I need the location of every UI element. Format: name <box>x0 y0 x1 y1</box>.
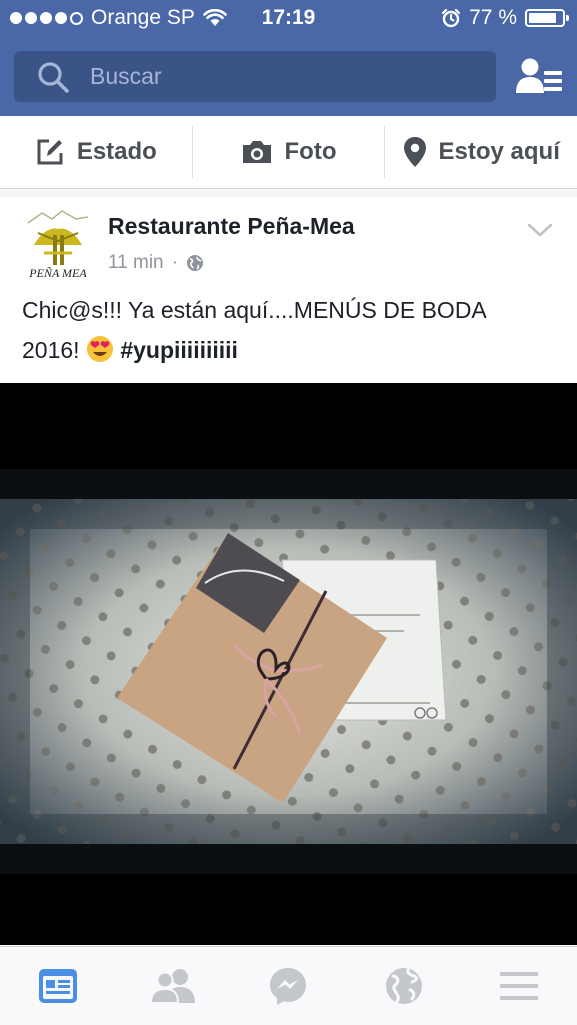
wedding-menu-photo <box>0 383 577 945</box>
feed-separator <box>0 189 577 197</box>
post-options-button[interactable] <box>524 219 556 241</box>
search-input[interactable] <box>88 62 452 91</box>
post-meta: 11 min · <box>108 252 204 274</box>
meta-separator: · <box>171 252 178 273</box>
status-bar: Orange SP 17:19 77 % <box>0 0 577 38</box>
chevron-down-icon <box>527 223 553 237</box>
post-text: Chic@s!!! Ya están aquí....MENÚS DE BODA… <box>22 290 557 370</box>
logo-text: PEÑA MEA <box>28 266 87 280</box>
globe-icon <box>385 968 422 1004</box>
checkin-button[interactable]: Estoy aquí <box>384 126 577 178</box>
news-feed-icon <box>38 969 77 1003</box>
messenger-icon <box>270 968 307 1005</box>
menu-icon <box>500 972 539 1000</box>
post-hashtag[interactable]: #yupiiiiiiiiii <box>120 337 238 363</box>
post-text-line-1: Chic@s!!! Ya están aquí....MENÚS DE BODA <box>22 297 487 323</box>
tab-friends[interactable] <box>143 956 203 1016</box>
photo-button-label: Foto <box>284 138 337 165</box>
composer-bar: Estado Foto Estoy aquí <box>0 116 577 189</box>
edit-icon <box>37 139 63 165</box>
post-author[interactable]: Restaurante Peña-Mea <box>108 213 355 240</box>
tab-notifications[interactable] <box>374 956 434 1016</box>
status-button-label: Estado <box>76 138 157 165</box>
friends-icon <box>150 969 196 1004</box>
friend-requests-icon <box>516 58 562 93</box>
status-button[interactable]: Estado <box>0 126 192 178</box>
post-text-line-2: 2016! #yupiiiiiiiiii <box>22 330 557 370</box>
tab-more[interactable] <box>489 956 549 1016</box>
tab-messenger[interactable] <box>258 956 318 1016</box>
heart-eyes-emoji <box>86 336 113 362</box>
page-avatar[interactable]: PEÑA MEA <box>22 205 94 281</box>
search-icon <box>36 60 70 94</box>
alarm-icon <box>442 8 461 28</box>
post-text-year: 2016! <box>22 337 86 363</box>
tab-news-feed[interactable] <box>28 956 88 1016</box>
battery-percent: 77 % <box>469 6 517 29</box>
search-bar[interactable] <box>14 51 496 102</box>
globe-icon <box>186 255 203 271</box>
post-header: PEÑA MEA Restaurante Peña-Mea 11 min · <box>0 197 577 287</box>
restaurant-logo: PEÑA MEA <box>27 210 89 280</box>
battery-group: 77 % <box>441 6 569 30</box>
post-time[interactable]: 11 min <box>108 252 164 274</box>
location-pin-icon <box>403 137 426 167</box>
friend-requests-button[interactable] <box>514 56 566 96</box>
checkin-button-label: Estoy aquí <box>438 138 560 165</box>
photo-button[interactable]: Foto <box>191 126 385 178</box>
camera-icon <box>242 141 271 163</box>
tab-bar <box>0 946 577 1025</box>
top-bar: Orange SP 17:19 77 % <box>0 0 577 116</box>
post-photo[interactable] <box>0 383 577 945</box>
battery-icon <box>525 9 569 27</box>
